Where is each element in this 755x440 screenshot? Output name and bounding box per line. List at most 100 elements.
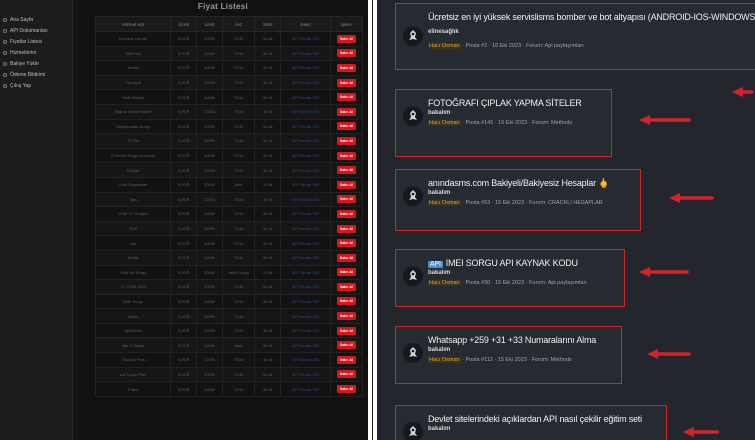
buy-button[interactable]: Satın Al bbox=[336, 151, 356, 160]
buy-cell[interactable]: Satın Al bbox=[329, 308, 364, 324]
buy-button[interactable]: Satın Al bbox=[336, 341, 356, 350]
buy-cell[interactable]: Satın Al bbox=[329, 60, 364, 76]
buy-button[interactable]: Satın Al bbox=[336, 63, 356, 72]
buy-cell[interactable]: Satın Al bbox=[329, 293, 364, 310]
buy-button[interactable]: Satın Al bbox=[336, 195, 356, 204]
buy-button[interactable]: Satın Al bbox=[336, 268, 356, 277]
buy-button[interactable]: Satın Al bbox=[336, 326, 356, 335]
api-link[interactable]: API Servisi 100 bbox=[280, 103, 331, 120]
table-cell: Hepsiburada Sorgu bbox=[94, 118, 172, 135]
api-link[interactable]: API Servisi 100 bbox=[280, 352, 331, 368]
main-content: Fiyat Listesi Hizmet Adı Ücret Limit Hız Sür… bbox=[78, 0, 368, 440]
buy-cell[interactable]: Satın Al bbox=[329, 118, 364, 135]
buy-button[interactable]: Satın Al bbox=[336, 239, 356, 248]
buy-cell[interactable]: Satın Al bbox=[329, 162, 364, 178]
buy-cell[interactable]: Satın Al bbox=[329, 74, 364, 91]
table-cell: Getir Market bbox=[94, 89, 172, 105]
table-cell: 0,00 ₺ bbox=[170, 235, 198, 251]
buy-button[interactable]: Satın Al bbox=[336, 209, 356, 218]
table-cell: Aşı bbox=[94, 235, 172, 251]
sidebar-item[interactable]: Ödeme Bildirimi bbox=[0, 69, 72, 80]
buy-button[interactable]: Satın Al bbox=[336, 224, 356, 233]
buy-cell[interactable]: Satın Al bbox=[329, 366, 364, 383]
api-link[interactable]: API Servisi 100 bbox=[280, 89, 331, 105]
buy-cell[interactable]: Satın Al bbox=[329, 279, 364, 295]
buy-cell[interactable]: Satın Al bbox=[329, 147, 364, 164]
table-cell: 10000 bbox=[196, 147, 224, 164]
api-link[interactable]: API Servisi 100 bbox=[280, 60, 331, 76]
api-link[interactable]: API Servisi 100 bbox=[280, 74, 331, 91]
buy-cell[interactable]: Satın Al bbox=[329, 235, 364, 251]
sidebar-brand bbox=[3, 2, 69, 12]
table-cell: 10 dk bbox=[254, 118, 282, 135]
buy-button[interactable]: Satın Al bbox=[336, 385, 356, 394]
table-row: SMS Bot 0,00 ₺ 10000 7/24h 10 dk API Servisi … bbox=[94, 45, 364, 62]
buy-cell[interactable]: Satın Al bbox=[329, 103, 364, 120]
table-cell: 0,00 ₺ bbox=[170, 293, 198, 310]
table-cell: TC GSM 2023 bbox=[94, 279, 172, 295]
buy-cell[interactable]: Satın Al bbox=[329, 322, 364, 339]
buy-button[interactable]: Satın Al bbox=[336, 253, 356, 262]
buy-button[interactable]: Satın Al bbox=[336, 122, 356, 131]
buy-cell[interactable]: Satın Al bbox=[329, 264, 364, 281]
api-link[interactable]: API Servisi 100 bbox=[280, 308, 331, 324]
buy-cell[interactable]: Satın Al bbox=[329, 220, 364, 237]
buy-cell[interactable]: Satın Al bbox=[329, 206, 364, 222]
buy-button[interactable]: Satın Al bbox=[336, 166, 356, 175]
buy-button[interactable]: Satın Al bbox=[336, 355, 356, 364]
table-row: Getir Market 0,00 ₺ 10000 7/24h 10 dk API Ser… bbox=[94, 89, 364, 105]
api-link[interactable]: API Servisi 100 bbox=[280, 206, 331, 222]
buy-button[interactable]: Satın Al bbox=[336, 297, 356, 306]
buy-cell[interactable]: Satın Al bbox=[329, 352, 364, 368]
api-link[interactable]: API Servisi 100 bbox=[280, 279, 331, 295]
table-cell: 10000 bbox=[196, 352, 224, 368]
buy-button[interactable]: Satın Al bbox=[336, 312, 356, 321]
buy-button[interactable]: Satın Al bbox=[336, 180, 356, 189]
api-link[interactable]: API Servisi 100 bbox=[280, 381, 331, 397]
table-cell: 0,00 ₺ bbox=[170, 74, 198, 91]
api-link[interactable]: API Servisi 100 bbox=[280, 147, 331, 164]
api-link[interactable]: API Servisi 100 bbox=[280, 293, 331, 310]
sidebar-item[interactable]: API Dokümanları bbox=[0, 25, 72, 36]
buy-button[interactable]: Satın Al bbox=[336, 107, 356, 116]
buy-cell[interactable]: Satın Al bbox=[329, 337, 364, 354]
sidebar-item[interactable]: Bakiye Yükle bbox=[0, 58, 72, 69]
table-cell: Tapu bbox=[94, 191, 172, 208]
sidebar-item[interactable]: Çıkış Yap bbox=[0, 80, 72, 91]
buy-cell[interactable]: Satın Al bbox=[329, 176, 364, 193]
table-cell: 0,00 ₺ bbox=[170, 381, 198, 397]
buy-cell[interactable]: Satın Al bbox=[329, 45, 364, 62]
api-link[interactable]: API Servisi 100 bbox=[280, 162, 331, 178]
sidebar-item[interactable]: Fiyatlar Listesi bbox=[0, 36, 72, 47]
api-link[interactable]: API Servisi 100 bbox=[280, 235, 331, 251]
table-cell: 10 dk bbox=[254, 381, 282, 397]
table-row: Hepsiburada Sorgu 0,00 ₺ 10000 7/24h 10 dk AP… bbox=[94, 118, 364, 135]
buy-button[interactable]: Satın Al bbox=[336, 49, 356, 58]
buy-button[interactable]: Satın Al bbox=[336, 136, 356, 145]
api-link[interactable]: API Servisi 100 bbox=[280, 118, 331, 135]
api-link[interactable]: API Servisi 100 bbox=[280, 45, 331, 62]
buy-cell[interactable]: Satın Al bbox=[329, 249, 364, 266]
api-link[interactable]: API Servisi 100 bbox=[280, 133, 331, 149]
buy-button[interactable]: Satın Al bbox=[336, 34, 356, 43]
api-link[interactable]: API Servisi 100 bbox=[280, 337, 331, 354]
api-link[interactable]: API Servisi 100 bbox=[280, 322, 331, 339]
buy-cell[interactable]: Satın Al bbox=[329, 89, 364, 105]
api-link[interactable]: API Servisi 100 bbox=[280, 220, 331, 237]
buy-button[interactable]: Satın Al bbox=[336, 370, 356, 379]
api-link[interactable]: API Servisi 100 bbox=[280, 31, 331, 47]
sidebar-item[interactable]: Ana Sayfa bbox=[0, 14, 72, 25]
buy-cell[interactable]: Satın Al bbox=[329, 31, 364, 47]
api-link[interactable]: API Servisi 100 bbox=[280, 249, 331, 266]
api-link[interactable]: API Servisi 100 bbox=[280, 366, 331, 383]
api-link[interactable]: API Servisi 100 bbox=[280, 264, 331, 281]
sidebar-item[interactable]: Hizmetlerim bbox=[0, 47, 72, 58]
buy-button[interactable]: Satın Al bbox=[336, 93, 356, 102]
buy-cell[interactable]: Satın Al bbox=[329, 381, 364, 397]
buy-button[interactable]: Satın Al bbox=[336, 282, 356, 291]
buy-button[interactable]: Satın Al bbox=[336, 78, 356, 87]
buy-cell[interactable]: Satın Al bbox=[329, 191, 364, 208]
buy-cell[interactable]: Satın Al bbox=[329, 133, 364, 149]
api-link[interactable]: API Servisi 100 bbox=[280, 176, 331, 193]
api-link[interactable]: API Servisi 100 bbox=[280, 191, 331, 208]
